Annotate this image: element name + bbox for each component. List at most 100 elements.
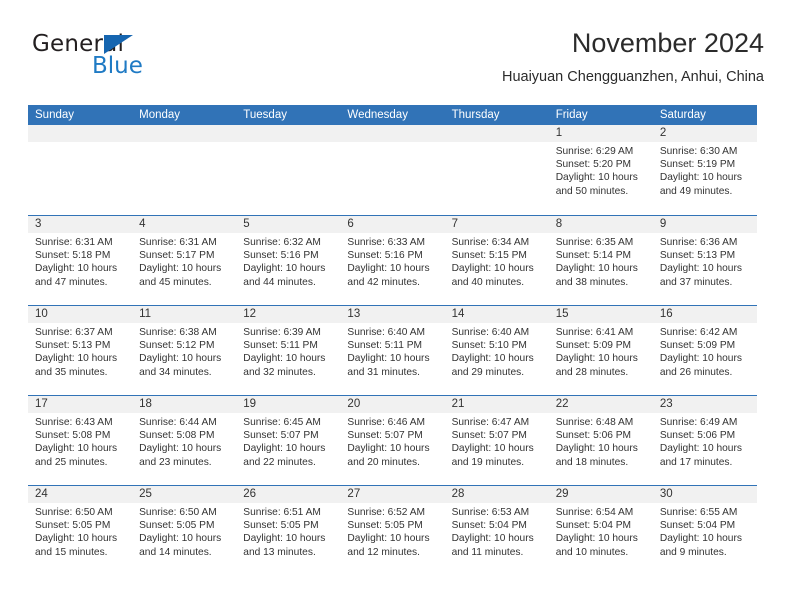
calendar-day-cell[interactable]: 5 Sunrise: 6:32 AM Sunset: 5:16 PM Daylight… — [236, 216, 341, 305]
daylight-duration-line1: Daylight: 10 hours — [659, 353, 742, 365]
day-number — [132, 125, 237, 142]
calendar-day-cell[interactable]: 25 Sunrise: 6:50 AM Sunset: 5:05 PM Dayligh… — [132, 486, 237, 575]
daylight-duration-line1: Daylight: 10 hours — [659, 172, 742, 184]
calendar-day-cell[interactable]: 3 Sunrise: 6:31 AM Sunset: 5:18 PM Daylight… — [28, 216, 133, 305]
calendar-day-cell[interactable]: 21 Sunrise: 6:47 AM Sunset: 5:07 PM Dayligh… — [444, 396, 549, 485]
sunset-time: Sunset: 5:05 PM — [35, 520, 111, 532]
daylight-duration-line1: Daylight: 10 hours — [139, 443, 222, 455]
sunset-time: Sunset: 5:08 PM — [35, 430, 111, 442]
day-number: 15 — [548, 306, 653, 323]
sunrise-time: Sunrise: 6:40 AM — [451, 327, 530, 338]
calendar-day-cell[interactable]: 1 Sunrise: 6:29 AM Sunset: 5:20 PM Daylight… — [548, 125, 653, 215]
calendar-day-cell[interactable]: 20 Sunrise: 6:46 AM Sunset: 5:07 PM Dayligh… — [340, 396, 445, 485]
sunset-time: Sunset: 5:12 PM — [139, 340, 215, 352]
daylight-duration-line2: and 28 minutes. — [555, 366, 629, 378]
sunset-time: Sunset: 5:17 PM — [139, 250, 215, 262]
weekday-header-wednesday: Wednesday — [347, 109, 408, 121]
day-sun-info: Sunrise: 6:45 AM Sunset: 5:07 PM Daylight:… — [236, 413, 340, 469]
sunrise-time: Sunrise: 6:29 AM — [555, 146, 634, 157]
sunset-time: Sunset: 5:07 PM — [451, 430, 527, 442]
calendar-day-cell[interactable]: 26 Sunrise: 6:51 AM Sunset: 5:05 PM Dayligh… — [236, 486, 341, 575]
calendar-page: General Blue November 2024 Huaiyuan Chen… — [0, 0, 792, 612]
calendar-day-cell[interactable]: 7 Sunrise: 6:34 AM Sunset: 5:15 PM Daylight… — [444, 216, 549, 305]
sunrise-time: Sunrise: 6:39 AM — [243, 327, 321, 338]
calendar-day-cell[interactable]: 29 Sunrise: 6:54 AM Sunset: 5:04 PM Dayligh… — [548, 486, 653, 575]
sunset-time: Sunset: 5:06 PM — [555, 430, 632, 442]
daylight-duration-line1: Daylight: 10 hours — [243, 443, 326, 455]
day-number: 16 — [652, 306, 757, 323]
sunrise-time: Sunrise: 6:45 AM — [243, 417, 321, 428]
calendar-week-row: 10 Sunrise: 6:37 AM Sunset: 5:13 PM Dayligh… — [28, 305, 757, 395]
day-number: 1 — [548, 125, 653, 142]
general-blue-logo[interactable]: General Blue — [32, 32, 232, 92]
day-number: 20 — [340, 396, 445, 413]
calendar-day-cell[interactable]: 28 Sunrise: 6:53 AM Sunset: 5:04 PM Dayligh… — [444, 486, 549, 575]
sunrise-time: Sunrise: 6:36 AM — [659, 237, 738, 248]
calendar-day-cell[interactable]: 11 Sunrise: 6:38 AM Sunset: 5:12 PM Dayligh… — [132, 306, 237, 395]
day-number: 29 — [548, 486, 653, 503]
day-sun-info: Sunrise: 6:39 AM Sunset: 5:11 PM Daylight:… — [236, 323, 340, 379]
calendar-day-cell[interactable]: 9 Sunrise: 6:36 AM Sunset: 5:13 PM Daylight… — [652, 216, 757, 305]
sunset-time: Sunset: 5:04 PM — [555, 520, 632, 532]
calendar-week-row: 24 Sunrise: 6:50 AM Sunset: 5:05 PM Dayligh… — [28, 485, 757, 575]
calendar-day-cell[interactable]: 22 Sunrise: 6:48 AM Sunset: 5:06 PM Dayligh… — [548, 396, 653, 485]
daylight-duration-line2: and 17 minutes. — [659, 456, 733, 468]
day-number: 19 — [236, 396, 341, 413]
day-sun-info: Sunrise: 6:55 AM Sunset: 5:04 PM Daylight:… — [653, 503, 757, 559]
calendar-day-cell[interactable]: 15 Sunrise: 6:41 AM Sunset: 5:09 PM Dayligh… — [548, 306, 653, 395]
sunset-time: Sunset: 5:15 PM — [451, 250, 527, 262]
day-number: 6 — [340, 216, 445, 233]
calendar-day-cell[interactable]: 24 Sunrise: 6:50 AM Sunset: 5:05 PM Dayligh… — [28, 486, 133, 575]
daylight-duration-line2: and 10 minutes. — [555, 546, 629, 558]
calendar-day-cell[interactable]: 17 Sunrise: 6:43 AM Sunset: 5:08 PM Dayligh… — [28, 396, 133, 485]
day-sun-info: Sunrise: 6:46 AM Sunset: 5:07 PM Daylight:… — [340, 413, 444, 469]
logo-triangle-icon — [104, 35, 133, 54]
day-number: 25 — [132, 486, 237, 503]
calendar-day-cell[interactable]: 4 Sunrise: 6:31 AM Sunset: 5:17 PM Daylight… — [132, 216, 237, 305]
day-number: 22 — [548, 396, 653, 413]
calendar-day-cell[interactable]: 10 Sunrise: 6:37 AM Sunset: 5:13 PM Dayligh… — [28, 306, 133, 395]
sunset-time: Sunset: 5:10 PM — [451, 340, 527, 352]
daylight-duration-line2: and 38 minutes. — [555, 276, 629, 288]
calendar-day-cell[interactable]: 27 Sunrise: 6:52 AM Sunset: 5:05 PM Dayligh… — [340, 486, 445, 575]
calendar-day-cell[interactable]: 2 Sunrise: 6:30 AM Sunset: 5:19 PM Daylight… — [652, 125, 757, 215]
daylight-duration-line1: Daylight: 10 hours — [555, 172, 638, 184]
calendar-day-cell[interactable]: 23 Sunrise: 6:49 AM Sunset: 5:06 PM Dayligh… — [652, 396, 757, 485]
daylight-duration-line1: Daylight: 10 hours — [243, 353, 326, 365]
sunrise-time: Sunrise: 6:32 AM — [243, 237, 321, 248]
page-title: November 2024 — [571, 28, 764, 58]
sunset-time: Sunset: 5:05 PM — [243, 520, 319, 532]
daylight-duration-line1: Daylight: 10 hours — [35, 263, 118, 275]
daylight-duration-line2: and 14 minutes. — [139, 546, 212, 558]
day-sun-info: Sunrise: 6:54 AM Sunset: 5:04 PM Daylight:… — [549, 503, 653, 559]
calendar-day-cell[interactable]: 6 Sunrise: 6:33 AM Sunset: 5:16 PM Daylight… — [340, 216, 445, 305]
sunrise-time: Sunrise: 6:43 AM — [35, 417, 113, 428]
day-sun-info: Sunrise: 6:42 AM Sunset: 5:09 PM Daylight:… — [653, 323, 757, 379]
calendar-cell-empty — [340, 125, 445, 215]
daylight-duration-line2: and 26 minutes. — [659, 366, 733, 378]
calendar-day-cell[interactable]: 8 Sunrise: 6:35 AM Sunset: 5:14 PM Daylight… — [548, 216, 653, 305]
sunset-time: Sunset: 5:07 PM — [243, 430, 319, 442]
calendar-day-cell[interactable]: 19 Sunrise: 6:45 AM Sunset: 5:07 PM Dayligh… — [236, 396, 341, 485]
calendar-day-cell[interactable]: 16 Sunrise: 6:42 AM Sunset: 5:09 PM Dayligh… — [652, 306, 757, 395]
day-sun-info: Sunrise: 6:47 AM Sunset: 5:07 PM Daylight:… — [445, 413, 549, 469]
sunset-time: Sunset: 5:11 PM — [243, 340, 318, 352]
day-number — [236, 125, 341, 142]
calendar-day-cell[interactable]: 18 Sunrise: 6:44 AM Sunset: 5:08 PM Dayligh… — [132, 396, 237, 485]
sunset-time: Sunset: 5:07 PM — [347, 430, 423, 442]
calendar-day-cell[interactable]: 13 Sunrise: 6:40 AM Sunset: 5:11 PM Dayligh… — [340, 306, 445, 395]
day-number: 27 — [340, 486, 445, 503]
sunset-time: Sunset: 5:13 PM — [659, 250, 736, 262]
daylight-duration-line1: Daylight: 10 hours — [139, 263, 222, 275]
day-sun-info: Sunrise: 6:40 AM Sunset: 5:10 PM Daylight:… — [445, 323, 549, 379]
daylight-duration-line1: Daylight: 10 hours — [243, 533, 326, 545]
day-sun-info: Sunrise: 6:35 AM Sunset: 5:14 PM Daylight:… — [549, 233, 653, 289]
calendar-day-cell[interactable]: 12 Sunrise: 6:39 AM Sunset: 5:11 PM Dayligh… — [236, 306, 341, 395]
calendar-day-cell[interactable]: 14 Sunrise: 6:40 AM Sunset: 5:10 PM Dayligh… — [444, 306, 549, 395]
daylight-duration-line2: and 29 minutes. — [451, 366, 525, 378]
daylight-duration-line2: and 37 minutes. — [659, 276, 733, 288]
calendar-day-cell[interactable]: 30 Sunrise: 6:55 AM Sunset: 5:04 PM Dayligh… — [652, 486, 757, 575]
daylight-duration-line1: Daylight: 10 hours — [659, 533, 742, 545]
calendar-week-row: 17 Sunrise: 6:43 AM Sunset: 5:08 PM Dayligh… — [28, 395, 757, 485]
sunrise-time: Sunrise: 6:38 AM — [139, 327, 217, 338]
